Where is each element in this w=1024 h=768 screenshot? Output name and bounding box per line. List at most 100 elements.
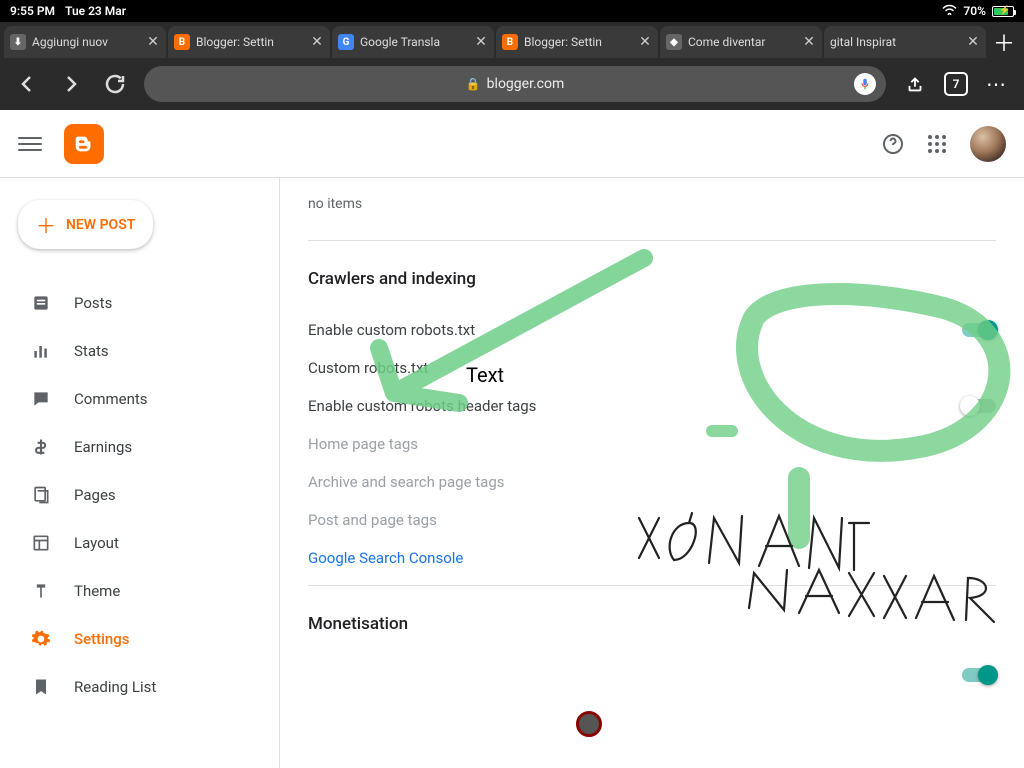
share-icon[interactable]	[900, 69, 930, 99]
recording-cursor-icon	[576, 711, 602, 737]
lock-icon: 🔒	[466, 77, 481, 91]
forward-button[interactable]	[56, 69, 86, 99]
no-items-text: no items	[308, 196, 996, 212]
sidebar-item-label: Posts	[74, 294, 112, 312]
sidebar-item-theme[interactable]: Theme	[18, 567, 269, 615]
settings-content: no items Crawlers and indexing Enable cu…	[280, 178, 1024, 768]
favicon-icon: G	[338, 34, 354, 50]
hamburger-menu-button[interactable]	[18, 132, 42, 156]
sidebar: ＋ NEW POST Posts Stats Comments Earnings…	[0, 178, 280, 768]
app-header	[0, 110, 1024, 178]
favicon-icon: B	[502, 34, 518, 50]
divider	[308, 240, 996, 241]
sidebar-item-label: Settings	[74, 630, 130, 648]
sidebar-item-label: Earnings	[74, 438, 132, 456]
sidebar-item-earnings[interactable]: Earnings	[18, 423, 269, 471]
close-icon[interactable]: ✕	[474, 34, 488, 50]
tab-title: Blogger: Settin	[196, 35, 304, 49]
overflow-menu-icon[interactable]: ⋯	[982, 69, 1012, 99]
sidebar-item-stats[interactable]: Stats	[18, 327, 269, 375]
sidebar-item-layout[interactable]: Layout	[18, 519, 269, 567]
sidebar-item-label: Stats	[74, 342, 109, 360]
setting-post-tags: Post and page tags	[308, 501, 996, 539]
new-post-label: NEW POST	[66, 217, 135, 233]
setting-label: Home page tags	[308, 435, 996, 453]
divider	[308, 585, 996, 586]
sidebar-item-posts[interactable]: Posts	[18, 279, 269, 327]
posts-icon	[30, 292, 52, 314]
browser-tab[interactable]: G Google Transla ✕	[332, 26, 494, 58]
setting-label: Enable custom robots header tags	[308, 397, 962, 415]
sidebar-item-comments[interactable]: Comments	[18, 375, 269, 423]
browser-tab[interactable]: B Blogger: Settin ✕	[496, 26, 658, 58]
setting-custom-robots[interactable]: Custom robots.txt	[308, 349, 996, 387]
section-title-monetisation: Monetisation	[308, 614, 996, 634]
new-tab-button[interactable]: ＋	[988, 26, 1020, 58]
close-icon[interactable]: ✕	[310, 34, 324, 50]
back-button[interactable]	[12, 69, 42, 99]
address-bar[interactable]: 🔒 blogger.com	[144, 66, 886, 102]
stats-icon	[30, 340, 52, 362]
toggle-switch[interactable]	[962, 668, 996, 682]
setting-enable-ads[interactable]	[308, 656, 996, 694]
sidebar-item-reading-list[interactable]: Reading List	[18, 663, 269, 711]
sidebar-item-label: Comments	[74, 390, 148, 408]
avatar[interactable]	[970, 126, 1006, 162]
tab-title: Blogger: Settin	[524, 35, 632, 49]
mic-icon[interactable]	[854, 73, 876, 95]
favicon-icon: ⬇	[10, 34, 26, 50]
layout-icon	[30, 532, 52, 554]
search-console-link[interactable]: Google Search Console	[308, 539, 996, 585]
wifi-icon	[942, 4, 957, 18]
browser-tabstrip: ⬇ Aggiungi nuov ✕ B Blogger: Settin ✕ G Googl…	[0, 22, 1024, 58]
blogger-logo-icon[interactable]	[64, 124, 104, 164]
plus-icon: ＋	[36, 210, 56, 239]
toggle-switch[interactable]	[962, 399, 996, 413]
new-post-button[interactable]: ＋ NEW POST	[18, 200, 153, 249]
reload-button[interactable]	[100, 69, 130, 99]
sidebar-item-settings[interactable]: Settings	[18, 615, 269, 663]
tab-title: Aggiungi nuov	[32, 35, 140, 49]
toggle-switch[interactable]	[962, 323, 996, 337]
close-icon[interactable]: ✕	[146, 34, 160, 50]
status-time: 9:55 PM	[10, 4, 55, 18]
device-status-bar: 9:55 PM Tue 23 Mar 70% ⚡	[0, 0, 1024, 22]
section-title-crawlers: Crawlers and indexing	[308, 269, 996, 289]
battery-percent: 70%	[963, 4, 986, 18]
close-icon[interactable]: ✕	[966, 34, 980, 50]
sidebar-item-pages[interactable]: Pages	[18, 471, 269, 519]
browser-toolbar: 🔒 blogger.com 7 ⋯	[0, 58, 1024, 110]
tab-title: Come diventar	[688, 35, 796, 49]
sidebar-item-label: Layout	[74, 534, 119, 552]
setting-label: Custom robots.txt	[308, 359, 996, 377]
sidebar-item-label: Reading List	[74, 678, 156, 696]
bookmark-icon	[30, 676, 52, 698]
pages-icon	[30, 484, 52, 506]
battery-icon: ⚡	[992, 6, 1014, 17]
setting-enable-robots[interactable]: Enable custom robots.txt	[308, 311, 996, 349]
setting-home-tags: Home page tags	[308, 425, 996, 463]
earnings-icon	[30, 436, 52, 458]
url-host: blogger.com	[487, 76, 565, 92]
setting-archive-tags: Archive and search page tags	[308, 463, 996, 501]
tab-title: gital Inspirat	[830, 35, 960, 49]
browser-tab[interactable]: gital Inspirat ✕	[824, 26, 986, 58]
browser-tab[interactable]: ◆Come diventar✕	[660, 26, 822, 58]
setting-label: Post and page tags	[308, 511, 996, 529]
browser-tab[interactable]: ⬇ Aggiungi nuov ✕	[4, 26, 166, 58]
close-icon[interactable]: ✕	[802, 34, 816, 50]
help-icon[interactable]	[874, 125, 912, 163]
browser-chrome: ⬇ Aggiungi nuov ✕ B Blogger: Settin ✕ G Googl…	[0, 22, 1024, 110]
favicon-icon: B	[174, 34, 190, 50]
tab-title: Google Transla	[360, 35, 468, 49]
sidebar-item-label: Theme	[74, 582, 120, 600]
tabs-count-button[interactable]: 7	[944, 72, 968, 96]
comments-icon	[30, 388, 52, 410]
setting-label: Enable custom robots.txt	[308, 321, 962, 339]
theme-icon	[30, 580, 52, 602]
gear-icon	[30, 628, 52, 650]
close-icon[interactable]: ✕	[638, 34, 652, 50]
setting-enable-header-tags[interactable]: Enable custom robots header tags	[308, 387, 996, 425]
apps-grid-icon[interactable]	[918, 125, 956, 163]
browser-tab[interactable]: B Blogger: Settin ✕	[168, 26, 330, 58]
